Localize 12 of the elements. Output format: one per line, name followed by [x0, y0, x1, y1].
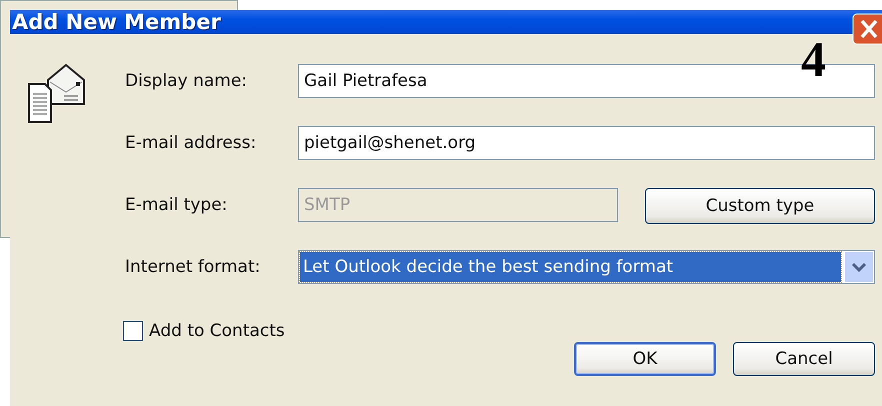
dialog-button[interactable]: OK	[574, 342, 716, 376]
field-label: E-mail address:	[125, 133, 258, 153]
field-label: Display name:	[125, 71, 248, 91]
dialog-button[interactable]: Cancel	[733, 342, 875, 376]
input-field[interactable]: pietgail@shenet.org	[298, 126, 875, 160]
field-label: Internet format:	[125, 257, 262, 277]
field-label: E-mail type:	[125, 195, 228, 215]
window-title: Add New Member	[12, 10, 221, 34]
close-icon[interactable]	[852, 13, 882, 45]
checkbox-label[interactable]: Add to Contacts	[149, 320, 285, 340]
format-dropdown[interactable]: Let Outlook decide the best sending format	[298, 250, 875, 284]
checkbox[interactable]	[123, 320, 143, 340]
